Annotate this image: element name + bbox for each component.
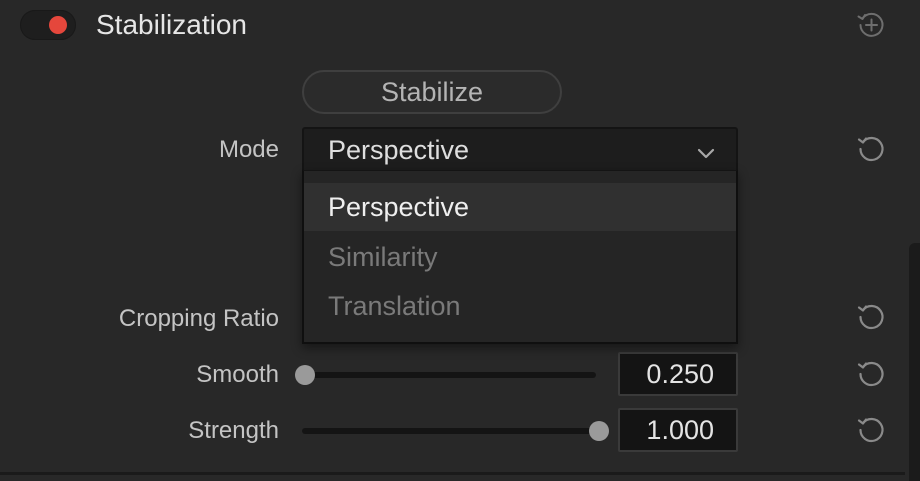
mode-option-perspective[interactable]: Perspective [304,183,736,231]
mode-select[interactable]: Perspective [302,127,738,173]
smooth-value-field[interactable]: 0.250 [618,352,738,396]
strength-slider-handle[interactable] [589,421,609,441]
strength-label: Strength [188,417,279,444]
add-keyframe-icon[interactable] [855,8,887,40]
mode-label: Mode [218,136,279,163]
stabilization-enable-toggle[interactable] [20,10,76,40]
strength-slider-track[interactable] [302,428,598,434]
cropping-ratio-reset-icon[interactable] [855,300,887,332]
stabilize-button[interactable]: Stabilize [302,70,562,114]
strength-value-field[interactable]: 1.000 [618,408,738,452]
mode-option-similarity[interactable]: Similarity [304,233,736,281]
toggle-indicator [49,16,67,34]
mode-reset-icon[interactable] [855,132,887,164]
strength-reset-icon[interactable] [855,413,887,445]
smooth-label: Smooth [196,361,279,388]
stabilization-panel: Stabilization Stabilize Mode Perspective… [0,0,920,481]
panel-scrollbar[interactable] [909,243,920,481]
mode-dropdown-menu: Perspective Similarity Translation [302,170,738,344]
smooth-slider-track[interactable] [302,372,596,378]
smooth-reset-icon[interactable] [855,357,887,389]
mode-option-translation[interactable]: Translation [304,282,736,330]
panel-title: Stabilization [96,9,247,40]
panel-divider [0,472,905,475]
chevron-down-icon [697,148,715,159]
cropping-ratio-label: Cropping Ratio [118,305,279,332]
mode-select-value: Perspective [328,135,470,165]
smooth-slider-handle[interactable] [295,365,315,385]
